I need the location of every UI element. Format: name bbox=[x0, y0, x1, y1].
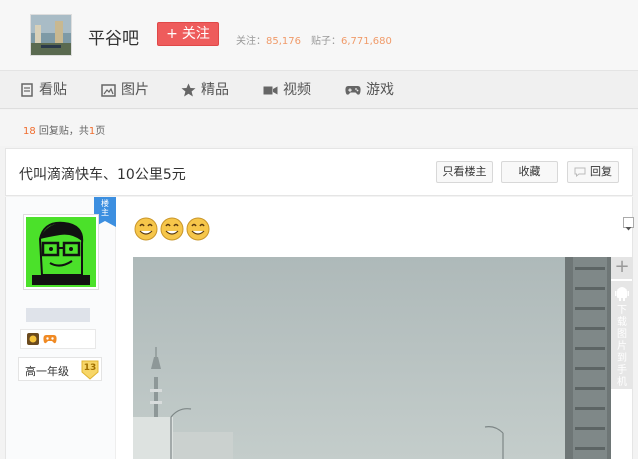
nav-item-videos[interactable]: 视频 bbox=[263, 71, 311, 109]
level-name: 高一年级 bbox=[25, 365, 69, 378]
forum-nav: 看贴 图片 精品 视频 游戏 bbox=[0, 71, 638, 109]
nav-item-posts[interactable]: 看贴 bbox=[20, 71, 67, 109]
favorite-button[interactable]: 收藏 bbox=[501, 161, 558, 183]
post-options-button[interactable] bbox=[623, 217, 634, 231]
chat-bubble-icon bbox=[574, 167, 586, 177]
plus-icon: + bbox=[166, 26, 178, 42]
user-level[interactable]: 高一年级 13 bbox=[18, 357, 102, 381]
nav-item-label: 视频 bbox=[283, 82, 311, 98]
download-to-phone-button[interactable]: 下载图片到手机 bbox=[611, 281, 633, 389]
thread-title-bar: 代叫滴滴快车、10公里5元 只看楼主 收藏 回复 bbox=[5, 148, 633, 196]
author-name[interactable] bbox=[26, 308, 90, 322]
android-icon bbox=[615, 287, 629, 301]
nav-item-pictures[interactable]: 图片 bbox=[101, 71, 149, 109]
reply-button-label: 回复 bbox=[590, 165, 612, 178]
page-count-suffix: 页 bbox=[95, 126, 106, 137]
thread-starter-badge-label: 楼主 bbox=[101, 199, 109, 217]
follow-button-label: 关注 bbox=[181, 26, 210, 42]
only-author-button[interactable]: 只看楼主 bbox=[436, 161, 493, 183]
member-icon[interactable] bbox=[27, 333, 39, 345]
author-icons bbox=[20, 329, 96, 349]
gamepad-icon[interactable] bbox=[43, 333, 57, 345]
video-icon bbox=[263, 86, 278, 94]
posts-count: 6,771,680 bbox=[341, 36, 392, 47]
forum-avatar-image bbox=[31, 15, 71, 55]
follow-button[interactable]: + 关注 bbox=[157, 22, 219, 46]
forum-stats: 关注：85,176 贴子：6,771,680 bbox=[236, 32, 392, 47]
post-image[interactable] bbox=[133, 257, 611, 459]
smiley-icon bbox=[160, 217, 184, 241]
reply-button[interactable]: 回复 bbox=[567, 161, 619, 183]
nav-item-label: 精品 bbox=[201, 82, 229, 98]
follow-count: 85,176 bbox=[266, 36, 301, 47]
post-emoji-row bbox=[134, 217, 212, 245]
author-avatar[interactable] bbox=[23, 214, 99, 290]
nav-item-label: 看贴 bbox=[39, 82, 67, 98]
reply-count: 18 bbox=[23, 126, 36, 137]
thread-meta-bar: 18 回复贴，共1页 bbox=[0, 110, 638, 146]
nav-item-label: 游戏 bbox=[366, 82, 394, 98]
document-icon bbox=[21, 83, 33, 97]
forum-avatar[interactable] bbox=[30, 14, 72, 56]
posts-count-label: 贴子： bbox=[311, 36, 341, 47]
nav-item-label: 图片 bbox=[121, 82, 149, 98]
smiley-icon bbox=[186, 217, 210, 241]
city-photo bbox=[133, 257, 611, 459]
chevron-down-icon bbox=[625, 227, 632, 231]
nav-item-games[interactable]: 游戏 bbox=[345, 71, 394, 109]
forum-header: 平谷吧 + 关注 关注：85,176 贴子：6,771,680 bbox=[0, 0, 638, 71]
gamepad-icon bbox=[345, 85, 361, 95]
download-to-phone-label: 下载图片到手机 bbox=[617, 305, 627, 388]
nav-item-featured[interactable]: 精品 bbox=[181, 71, 229, 109]
zoom-in-button[interactable]: + bbox=[611, 257, 633, 279]
reply-count-text: 18 回复贴，共1页 bbox=[23, 122, 105, 137]
level-badge: 13 bbox=[81, 360, 99, 380]
forum-name[interactable]: 平谷吧 bbox=[88, 24, 139, 49]
author-column: 楼主 高一年级 13 bbox=[6, 197, 116, 459]
smiley-icon bbox=[134, 217, 158, 241]
follow-count-label: 关注： bbox=[236, 36, 266, 47]
star-icon bbox=[181, 83, 196, 97]
post: 楼主 高一年级 13 + 下载图片到手机 bbox=[5, 197, 634, 459]
picture-icon bbox=[101, 83, 116, 97]
level-number: 13 bbox=[83, 363, 97, 373]
thread-title: 代叫滴滴快车、10公里5元 bbox=[19, 167, 186, 183]
reply-count-suffix: 回复贴，共 bbox=[38, 126, 89, 137]
author-avatar-image bbox=[26, 217, 96, 287]
image-side-tools: + 下载图片到手机 bbox=[611, 257, 633, 389]
